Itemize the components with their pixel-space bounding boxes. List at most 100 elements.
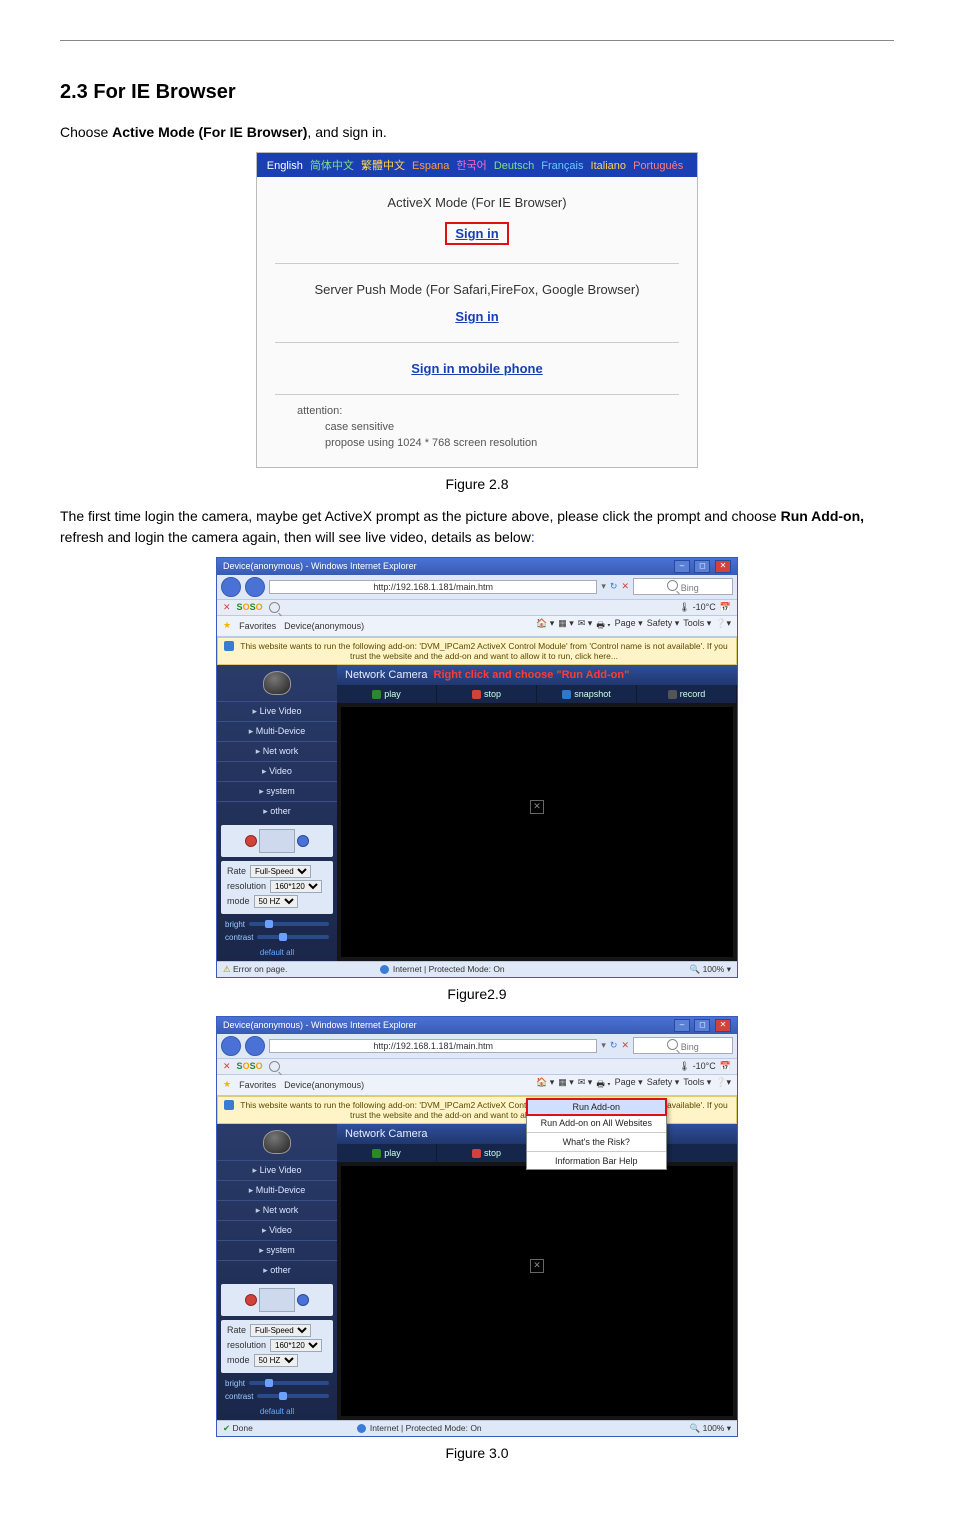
home-icon[interactable]: 🏠 ▾ [536,618,554,634]
play-button[interactable]: play [337,685,437,703]
signin-serverpush-link[interactable]: Sign in [455,309,498,324]
address-bar[interactable]: http://192.168.1.181/main.htm [269,1039,597,1053]
bright-slider[interactable]: bright [217,1377,337,1390]
sidebar-item-video[interactable]: Video [217,1220,337,1240]
activex-info-bar[interactable]: This website wants to run the following … [217,637,737,665]
forward-button[interactable] [245,1036,265,1056]
maximize-button[interactable]: ◻ [694,560,710,573]
contrast-slider[interactable]: contrast [217,1390,337,1403]
video-placeholder-icon: ✕ [530,1259,544,1273]
help-icon[interactable]: ❔▾ [715,1077,731,1093]
tools-menu[interactable]: Tools ▾ [683,618,711,634]
safety-menu[interactable]: Safety ▾ [647,618,680,634]
search-box[interactable]: Bing [633,1037,733,1054]
search-box[interactable]: Bing [633,578,733,595]
back-button[interactable] [221,577,241,597]
lang-french[interactable]: Français [541,160,583,172]
lang-portuguese[interactable]: Português [633,160,683,172]
play-button[interactable]: play [337,1144,437,1162]
zoom-level[interactable]: 🔍 100% ▾ [690,1423,731,1434]
ctx-whats-risk[interactable]: What's the Risk? [527,1134,666,1150]
lang-german[interactable]: Deutsch [494,160,534,172]
default-all-link[interactable]: default all [217,944,337,961]
zoom-level[interactable]: 🔍 100% ▾ [690,964,731,975]
ptz-left-dot[interactable] [245,835,257,847]
mode-select[interactable]: 50 HZ [254,895,298,908]
sidebar-item-video[interactable]: Video [217,761,337,781]
favorites-star-icon[interactable]: ★ [223,1079,231,1090]
snapshot-button[interactable]: snapshot [537,685,637,703]
safety-menu[interactable]: Safety ▾ [647,1077,680,1093]
sidebar-item-other[interactable]: other [217,801,337,821]
signin-mobile-link[interactable]: Sign in mobile phone [411,361,542,376]
close-button[interactable]: ✕ [715,560,731,573]
sidebar-item-live[interactable]: Live Video [217,701,337,721]
tools-menu[interactable]: Tools ▾ [683,1077,711,1093]
browser-tab[interactable]: Device(anonymous) [284,1080,364,1090]
lang-english[interactable]: English [267,160,303,172]
contrast-slider[interactable]: contrast [217,931,337,944]
home-icon[interactable]: 🏠 ▾ [536,1077,554,1093]
stop-button[interactable]: stop [437,685,537,703]
lang-spanish[interactable]: Espana [412,160,449,172]
back-button[interactable] [221,1036,241,1056]
print-icon[interactable]: 🖶 ▾ [596,1077,610,1093]
ptz-pad[interactable] [259,829,295,853]
stop-button[interactable]: stop [437,1144,537,1162]
default-all-link[interactable]: default all [217,1403,337,1420]
rate-resolution-control: RateFull-Speed resolution160*120 mode50 … [221,861,333,914]
mail-icon[interactable]: ✉ ▾ [578,618,593,634]
rate-select[interactable]: Full-Speed [250,1324,311,1337]
resolution-select[interactable]: 160*120 [270,1339,322,1352]
ctx-info-bar-help[interactable]: Information Bar Help [527,1153,666,1169]
ctx-run-addon-all[interactable]: Run Add-on on All Websites [527,1115,666,1131]
sidebar-item-multi[interactable]: Multi-Device [217,1180,337,1200]
browser-tab[interactable]: Device(anonymous) [284,621,364,631]
mode-select[interactable]: 50 HZ [254,1354,298,1367]
ptz-right-dot[interactable] [297,835,309,847]
sidebar-item-network[interactable]: Net work [217,1200,337,1220]
close-button[interactable]: ✕ [715,1019,731,1032]
minimize-button[interactable]: ‒ [674,560,690,573]
ie-window-fig29: Device(anonymous) - Windows Internet Exp… [216,557,738,978]
lang-italian[interactable]: Italiano [591,160,626,172]
feeds-icon[interactable]: ▦ ▾ [558,1077,574,1093]
print-icon[interactable]: 🖶 ▾ [596,618,610,634]
forward-button[interactable] [245,577,265,597]
sidebar-item-system[interactable]: system [217,781,337,801]
record-button[interactable]: record [637,685,737,703]
infobar-context-menu: Run Add-on Run Add-on on All Websites Wh… [526,1098,667,1170]
sidebar-item-multi[interactable]: Multi-Device [217,721,337,741]
page-menu[interactable]: Page ▾ [615,618,643,634]
signin-activex-link[interactable]: Sign in [455,226,498,241]
maximize-button[interactable]: ◻ [694,1019,710,1032]
ie-status-bar: ✔ Done Internet | Protected Mode: On 🔍 1… [217,1420,737,1436]
ptz-control[interactable] [221,1284,333,1316]
sidebar-item-system[interactable]: system [217,1240,337,1260]
feeds-icon[interactable]: ▦ ▾ [558,618,574,634]
network-camera-title: Network Camera [345,1128,428,1140]
lang-korean[interactable]: 한국어 [456,160,486,172]
camera-icon [217,665,337,701]
minimize-button[interactable]: ‒ [674,1019,690,1032]
sidebar-item-other[interactable]: other [217,1260,337,1280]
mode-label: mode [227,1355,250,1365]
ptz-left-dot[interactable] [245,1294,257,1306]
rate-select[interactable]: Full-Speed [250,865,311,878]
favorites-star-icon[interactable]: ★ [223,620,231,631]
ptz-pad[interactable] [259,1288,295,1312]
lang-traditional-chinese[interactable]: 繁體中文 [361,160,405,172]
help-icon[interactable]: ❔▾ [715,618,731,634]
ptz-right-dot[interactable] [297,1294,309,1306]
resolution-select[interactable]: 160*120 [270,880,322,893]
page-menu[interactable]: Page ▾ [615,1077,643,1093]
address-bar[interactable]: http://192.168.1.181/main.htm [269,580,597,594]
stop-icon [472,1149,481,1158]
ctx-run-addon[interactable]: Run Add-on [527,1099,666,1115]
lang-simplified-chinese[interactable]: 简体中文 [310,160,354,172]
mail-icon[interactable]: ✉ ▾ [578,1077,593,1093]
ptz-control[interactable] [221,825,333,857]
sidebar-item-live[interactable]: Live Video [217,1160,337,1180]
sidebar-item-network[interactable]: Net work [217,741,337,761]
bright-slider[interactable]: bright [217,918,337,931]
